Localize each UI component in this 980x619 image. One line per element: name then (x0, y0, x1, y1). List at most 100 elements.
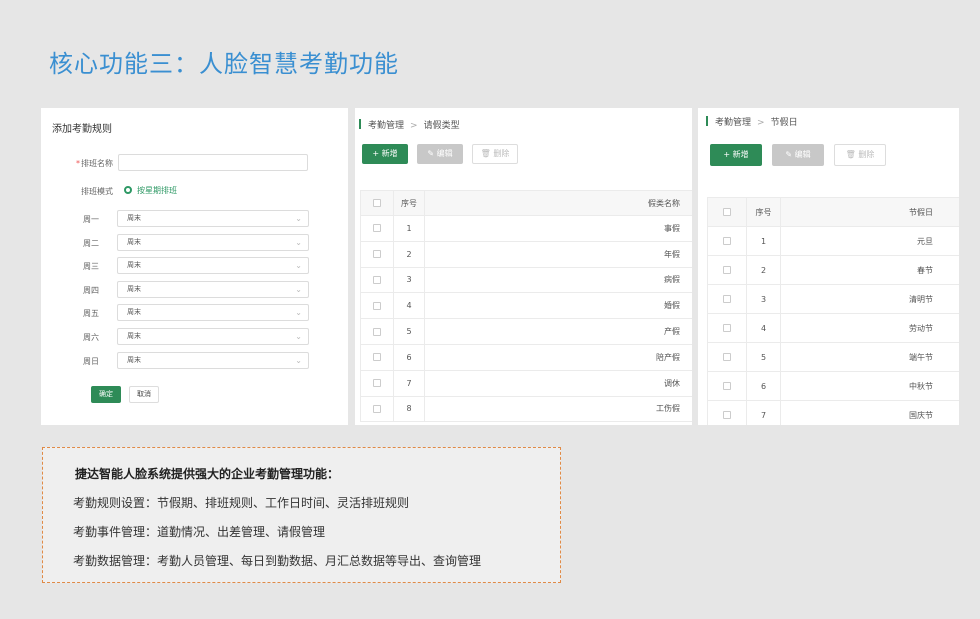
weekday-label: 周日 (83, 356, 99, 366)
cancel-button[interactable]: 取消 (129, 386, 159, 403)
chevron-down-icon: ⌄ (295, 332, 302, 341)
edit-button[interactable]: ✎ 编辑 (772, 144, 824, 166)
breadcrumb: 考勤管理 > 节假日 (706, 115, 798, 128)
weekday-label: 周六 (83, 333, 99, 342)
leave-type-table: 序号 假类名称 1 事假 2 年假 3 病假 4 婚假 5 产假 6 陪产假 7 调休 8 工伤假 (360, 190, 692, 423)
holiday-panel: 考勤管理 > 节假日 + 新增 ✎ 编辑 🗑 删除 序号 节假日 1 元旦 2 春节 3 清明… (698, 108, 959, 425)
row-checkbox[interactable] (373, 353, 381, 362)
weekday-label: 周二 (83, 238, 99, 248)
table-row[interactable]: 1 元旦 (707, 226, 959, 256)
row-checkbox[interactable] (723, 324, 731, 332)
breadcrumb-item[interactable]: 考勤管理 (715, 118, 751, 128)
weekday-select[interactable]: 周末 ⌄ (117, 304, 309, 322)
required-mark: * (76, 159, 80, 168)
column-header: 序号 (393, 190, 425, 216)
add-button[interactable]: + 新增 (710, 144, 762, 166)
row-number: 5 (393, 318, 425, 345)
weekday-select[interactable]: 周末 ⌄ (117, 257, 309, 275)
table-row[interactable]: 2 年假 (360, 240, 692, 268)
row-number: 4 (746, 313, 781, 343)
breadcrumb-item: 节假日 (770, 118, 798, 128)
row-checkbox[interactable] (373, 379, 381, 388)
table-row[interactable]: 3 清明节 (707, 284, 959, 314)
row-checkbox[interactable] (373, 301, 381, 310)
edit-button[interactable]: ✎ 编辑 (417, 144, 463, 164)
row-number: 6 (746, 371, 781, 401)
row-name: 端午节 (780, 342, 959, 372)
page-title: 核心功能三：人脸智慧考勤功能 (49, 50, 399, 78)
add-rule-panel: 添加考勤规则 *排班名称 排班模式 按星期排班 周一 周末 ⌄ 周二 周末 ⌄ 周三 周末 ⌄ 周… (41, 108, 348, 425)
delete-button[interactable]: 🗑 删除 (834, 144, 886, 166)
row-name: 年假 (424, 240, 692, 268)
column-header: 节假日 (780, 197, 959, 227)
table-row[interactable]: 3 病假 (360, 266, 692, 294)
weekday-select-value: 周末 (127, 284, 141, 293)
weekday-select[interactable]: 周末 ⌄ (117, 280, 309, 298)
table-row[interactable]: 1 事假 (360, 215, 692, 242)
row-number: 2 (746, 255, 781, 285)
table-row[interactable]: 7 调休 (360, 369, 692, 397)
row-checkbox[interactable] (373, 250, 381, 259)
table-row[interactable]: 2 春节 (707, 255, 959, 285)
table-row[interactable]: 7 国庆节 (707, 400, 959, 425)
chevron-down-icon: ⌄ (295, 308, 302, 318)
table-row[interactable]: 5 产假 (360, 318, 692, 345)
mode-row: 排班模式 按星期排班 (41, 182, 348, 200)
weekday-select[interactable]: 周末 ⌄ (117, 328, 309, 345)
shift-name-input[interactable] (118, 154, 308, 171)
name-label: *排班名称 (76, 159, 113, 168)
row-name: 清明节 (780, 284, 959, 314)
table-row[interactable]: 4 劳动节 (707, 313, 959, 343)
weekday-select[interactable]: 周末 ⌄ (117, 351, 309, 369)
row-checkbox[interactable] (373, 404, 381, 413)
leave-type-panel: 考勤管理 > 请假类型 + 新增 ✎ 编辑 🗑 删除 序号 假类名称 1 事假 2 年假 3… (355, 108, 692, 425)
holiday-table: 序号 节假日 1 元旦 2 春节 3 清明节 4 劳动节 5 端午节 6 中秋节 7 国庆节 (707, 197, 959, 425)
select-all-checkbox[interactable] (723, 208, 731, 216)
row-name: 国庆节 (780, 400, 959, 425)
row-name: 事假 (424, 215, 692, 242)
mode-option-label[interactable]: 按星期排班 (137, 185, 177, 196)
row-name: 病假 (424, 266, 692, 294)
row-checkbox[interactable] (373, 327, 381, 336)
breadcrumb: 考勤管理 > 请假类型 (359, 118, 460, 131)
select-all-checkbox[interactable] (373, 199, 381, 207)
row-name: 婚假 (424, 292, 692, 320)
row-checkbox[interactable] (723, 411, 731, 419)
row-checkbox[interactable] (723, 382, 731, 390)
row-checkbox[interactable] (723, 295, 731, 303)
delete-button[interactable]: 🗑 删除 (472, 144, 518, 164)
row-name: 产假 (424, 318, 692, 345)
row-number: 3 (746, 284, 781, 314)
feature-line: 考勤事件管理：道勤情况、出差管理、请假管理 (73, 525, 326, 539)
row-name: 劳动节 (780, 313, 959, 343)
confirm-button[interactable]: 确定 (91, 386, 121, 403)
chevron-down-icon: ⌄ (295, 355, 302, 365)
row-checkbox[interactable] (723, 237, 731, 245)
weekday-select[interactable]: 周末 ⌄ (117, 210, 309, 227)
feature-description-box: 捷达智能人脸系统提供强大的企业考勤管理功能： 考勤规则设置：节假期、排班规则、工… (42, 447, 561, 583)
row-number: 7 (393, 369, 425, 397)
row-number: 6 (393, 343, 425, 371)
weekday-select-value: 周末 (127, 355, 141, 364)
breadcrumb-item: 请假类型 (423, 121, 460, 131)
add-button[interactable]: + 新增 (362, 144, 408, 164)
weekday-row: 周一 周末 ⌄ (41, 210, 348, 228)
row-checkbox[interactable] (723, 266, 731, 274)
row-name: 陪产假 (424, 343, 692, 371)
weekday-select-value: 周末 (127, 308, 141, 317)
row-name: 工伤假 (424, 395, 692, 423)
breadcrumb-item[interactable]: 考勤管理 (368, 121, 404, 131)
weekday-row: 周五 周末 ⌄ (41, 304, 348, 322)
table-row[interactable]: 6 陪产假 (360, 343, 692, 371)
row-checkbox[interactable] (373, 224, 381, 233)
mode-radio[interactable] (124, 186, 132, 194)
row-number: 8 (393, 395, 425, 423)
table-row[interactable]: 8 工伤假 (360, 395, 692, 423)
table-row[interactable]: 5 端午节 (707, 342, 959, 372)
row-checkbox[interactable] (373, 275, 381, 284)
table-row[interactable]: 6 中秋节 (707, 371, 959, 401)
row-number: 5 (746, 342, 781, 372)
row-checkbox[interactable] (723, 353, 731, 361)
weekday-select[interactable]: 周末 ⌄ (117, 233, 309, 251)
table-row[interactable]: 4 婚假 (360, 292, 692, 320)
